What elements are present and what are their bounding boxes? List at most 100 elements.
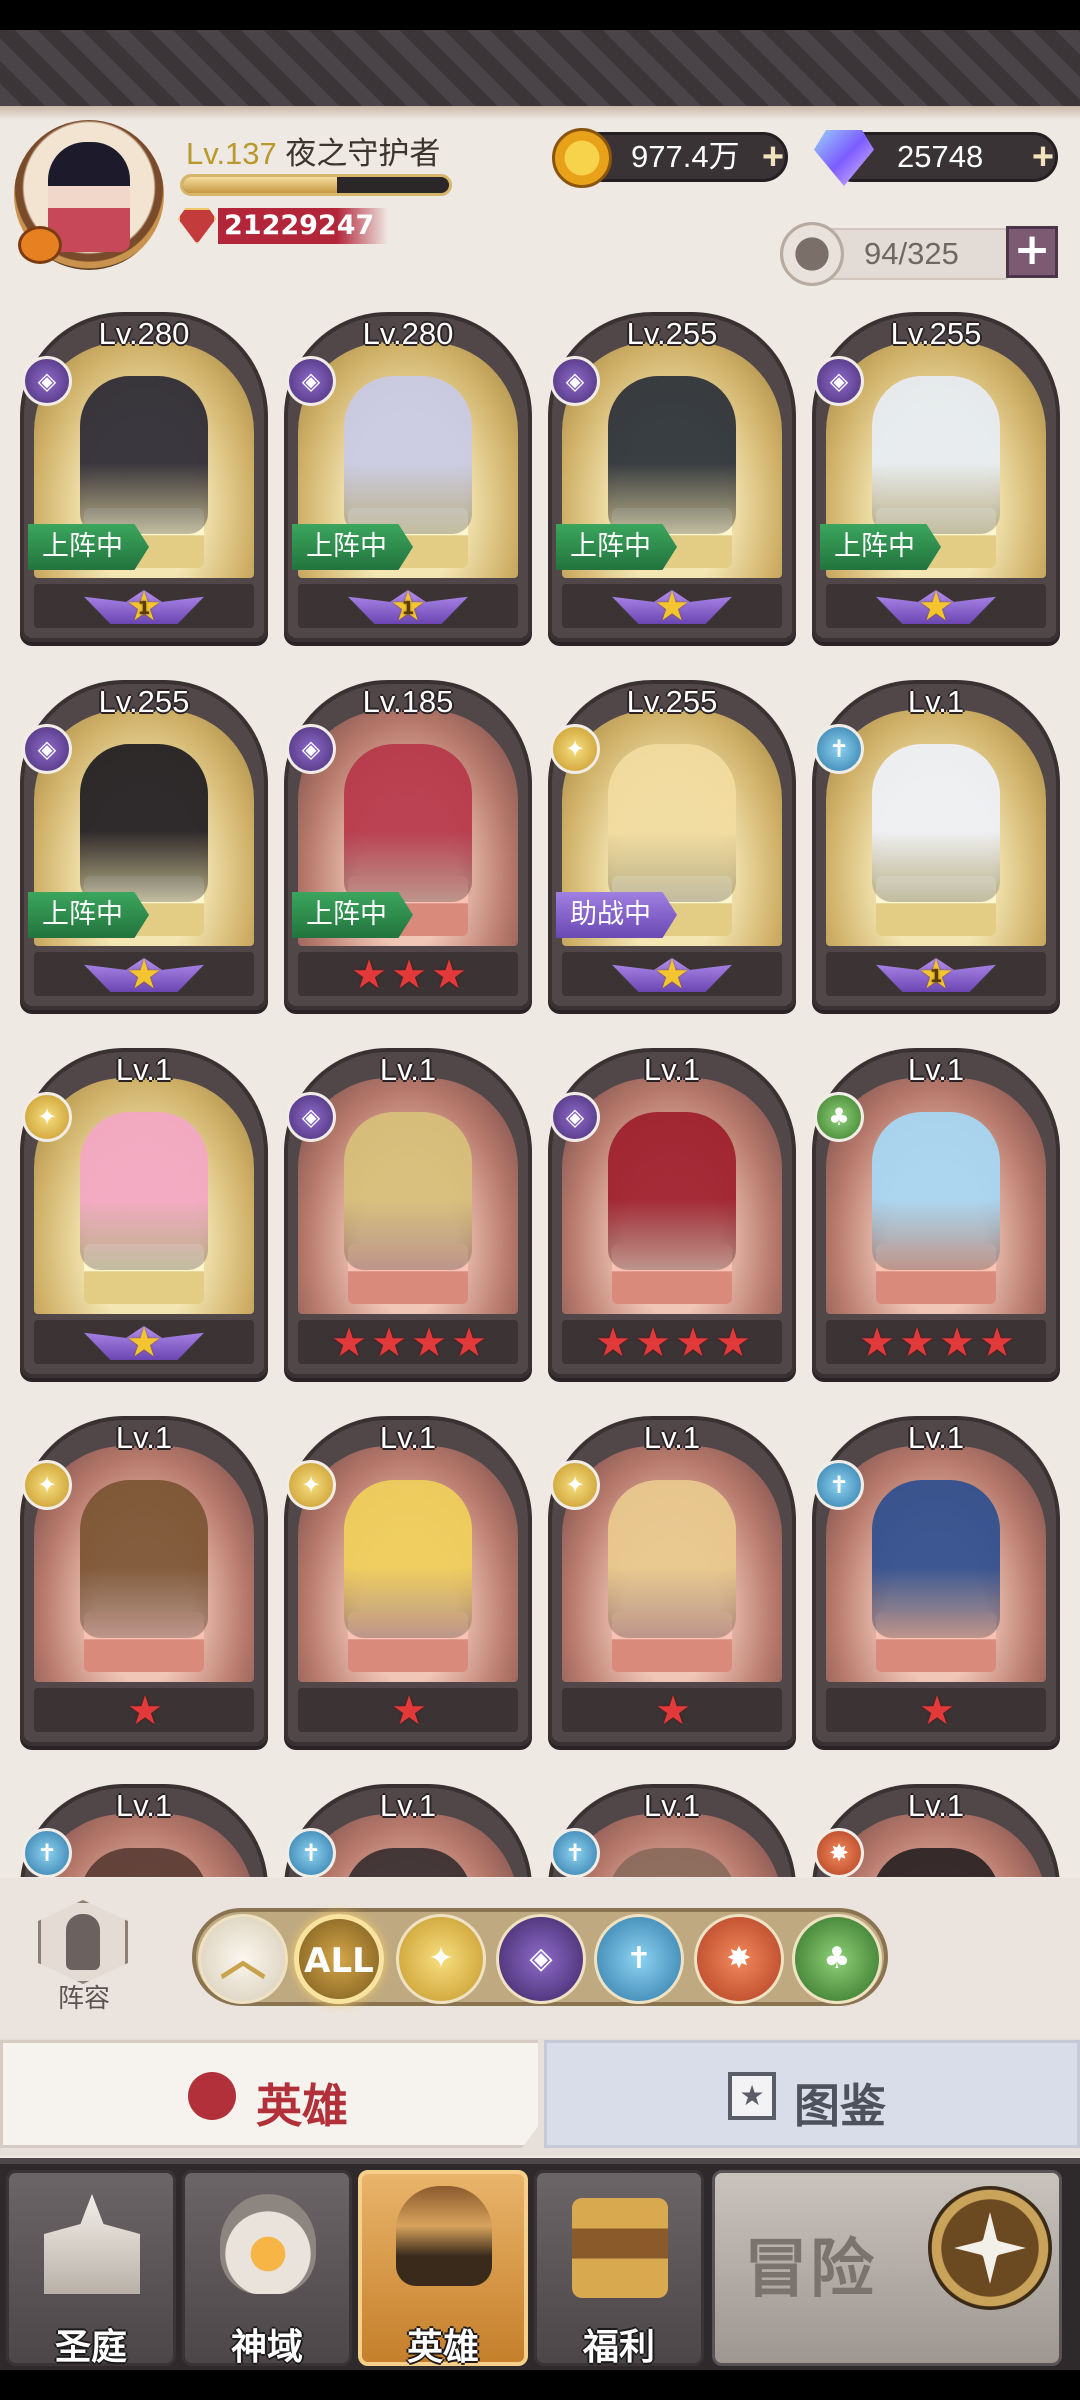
nav-adventure-label: 冒险	[744, 2233, 876, 2307]
filter-all-button[interactable]: ALL	[294, 1914, 384, 2004]
dark-element-icon: ◈	[22, 356, 72, 406]
roster-capacity-icon	[780, 222, 844, 286]
holy-cross-element-icon: ✝	[814, 724, 864, 774]
red-star-icon: ★	[979, 1320, 1015, 1366]
filter-beast-button[interactable]: ✸	[694, 1914, 784, 2004]
red-star-icon: ★	[675, 1320, 711, 1366]
exp-progress-bar	[180, 174, 452, 196]
light-element-icon: ✦	[22, 1460, 72, 1510]
hero-card[interactable]: Lv.1 ✝ ★ 1	[812, 680, 1060, 1010]
hero-sprite	[608, 1112, 736, 1270]
hero-level: Lv.1	[115, 1788, 173, 1823]
nav-heroes-label: 英雄	[406, 2327, 479, 2368]
hero-sprite	[80, 1112, 208, 1270]
red-star-icon: ★	[595, 1320, 631, 1366]
hero-sprite	[608, 1480, 736, 1638]
treasure-chest-icon	[572, 2198, 668, 2298]
hero-sprite	[608, 376, 736, 534]
system-nav-bar	[0, 2370, 1080, 2400]
add-gems-button[interactable]: +	[1025, 138, 1061, 176]
rank-star-icon: ★	[126, 952, 162, 998]
hero-card[interactable]: Lv.280 ◈ 上阵中 ★ 1	[284, 312, 532, 642]
dark-element-icon: ◈	[286, 1092, 336, 1142]
hero-card[interactable]: Lv.1 ✝	[548, 1784, 796, 1877]
holy-cross-element-icon: ✝	[626, 1941, 652, 1976]
hero-sprite	[344, 376, 472, 534]
rank-star-icon: ★	[654, 584, 690, 630]
filter-holy-button[interactable]: ✝	[594, 1914, 684, 2004]
rank-number: 1	[401, 598, 415, 619]
hero-level: Lv.1	[643, 1420, 701, 1455]
filter-dark-button[interactable]: ◈	[496, 1914, 586, 2004]
hero-level: Lv.1	[643, 1052, 701, 1087]
rank-star-icon: ★	[918, 584, 954, 630]
hero-card[interactable]: Lv.1 ✸	[812, 1784, 1060, 1877]
nature-tree-element-icon: ♣	[814, 1092, 864, 1142]
hero-sprite	[344, 1112, 472, 1270]
rank-star-icon: ★ 1	[387, 586, 429, 628]
hero-card[interactable]: Lv.1 ♣ ★ ★ ★ ★	[812, 1048, 1060, 1378]
deployed-badge: 上阵中	[28, 892, 149, 938]
hero-card[interactable]: Lv.255 ◈ 上阵中 ★	[548, 312, 796, 642]
filter-nature-button[interactable]: ♣	[792, 1914, 882, 2004]
hero-card[interactable]: Lv.1 ✦ ★	[548, 1416, 796, 1746]
red-star-icon: ★	[391, 952, 427, 998]
nature-tree-element-icon: ♣	[823, 1941, 851, 1976]
hero-level: Lv.1	[907, 1788, 965, 1823]
hero-card[interactable]: Lv.1 ✝	[20, 1784, 268, 1877]
red-star-icon: ★	[899, 1320, 935, 1366]
hero-grid: Lv.280 ◈ 上阵中 ★ 1 Lv.280 ◈ 上阵中 ★ 1 Lv.255 ◈ 上…	[0, 312, 1080, 1877]
player-name: 夜之守护者	[285, 136, 441, 171]
expand-roster-button[interactable]: +	[1006, 226, 1058, 278]
dark-element-icon: ◈	[814, 356, 864, 406]
deployed-badge: 上阵中	[556, 524, 677, 570]
light-element-icon: ✦	[22, 1092, 72, 1142]
rank-star-icon: ★ 1	[915, 954, 957, 996]
light-element-icon: ✦	[428, 1941, 454, 1976]
hero-card[interactable]: Lv.255 ◈ 上阵中 ★	[812, 312, 1060, 642]
hero-card[interactable]: Lv.1 ✦ ★	[20, 1048, 268, 1378]
hero-card[interactable]: Lv.255 ✦ 助战中 ★	[548, 680, 796, 1010]
player-avatar[interactable]	[14, 120, 164, 270]
hero-sprite	[80, 1480, 208, 1638]
pumpkin-frame-icon	[18, 226, 62, 264]
hero-level: Lv.255	[890, 316, 982, 351]
filter-up-button[interactable]: ︿	[198, 1914, 288, 2004]
gold-coin-icon	[552, 128, 612, 188]
nav-welfare-label: 福利	[582, 2327, 655, 2368]
hero-level: Lv.280	[98, 316, 190, 351]
add-gold-button[interactable]: +	[755, 138, 791, 176]
hero-sprite	[344, 744, 472, 902]
hero-level: Lv.1	[115, 1420, 173, 1455]
hero-card[interactable]: Lv.280 ◈ 上阵中 ★ 1	[20, 312, 268, 642]
filter-light-button[interactable]: ✦	[396, 1914, 486, 2004]
hero-level: Lv.1	[379, 1788, 437, 1823]
hero-card[interactable]: Lv.1 ✝	[284, 1784, 532, 1877]
dark-element-icon: ◈	[286, 724, 336, 774]
hero-card[interactable]: Lv.1 ✦ ★	[284, 1416, 532, 1746]
hero-sprite	[872, 376, 1000, 534]
hero-sprite	[80, 744, 208, 902]
lineup-button[interactable]: 阵容	[34, 1900, 134, 2014]
hero-sprite	[872, 1112, 1000, 1270]
hero-card[interactable]: Lv.1 ◈ ★ ★ ★ ★	[284, 1048, 532, 1378]
rank-number: 1	[929, 966, 943, 987]
light-element-icon: ✦	[550, 724, 600, 774]
red-star-icon: ★	[939, 1320, 975, 1366]
holy-cross-element-icon: ✝	[814, 1460, 864, 1510]
divine-crystal-icon	[220, 2194, 316, 2294]
light-element-icon: ✦	[286, 1460, 336, 1510]
hero-card[interactable]: Lv.255 ◈ 上阵中 ★	[20, 680, 268, 1010]
red-star-icon: ★	[451, 1320, 487, 1366]
hero-level: Lv.255	[626, 684, 718, 719]
red-star-icon: ★	[715, 1320, 751, 1366]
hero-card[interactable]: Lv.1 ◈ ★ ★ ★ ★	[548, 1048, 796, 1378]
gold-value: 977.4万	[631, 139, 740, 174]
gem-value: 25748	[897, 139, 984, 174]
hero-card[interactable]: Lv.1 ✦ ★	[20, 1416, 268, 1746]
dark-element-icon: ◈	[286, 356, 336, 406]
hero-card[interactable]: Lv.185 ◈ 上阵中 ★ ★ ★	[284, 680, 532, 1010]
dark-element-icon: ◈	[22, 724, 72, 774]
horned-helmet-icon	[396, 2186, 492, 2286]
hero-card[interactable]: Lv.1 ✝ ★	[812, 1416, 1060, 1746]
